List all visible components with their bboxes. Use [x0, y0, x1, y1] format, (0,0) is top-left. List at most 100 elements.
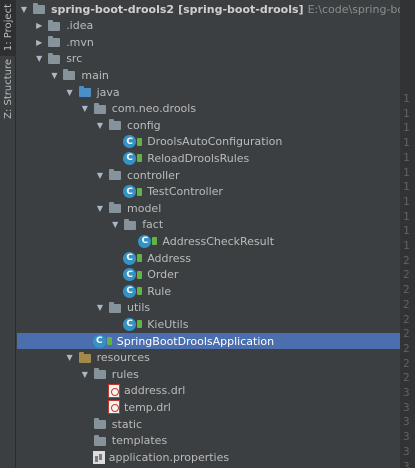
line-number: 2: [403, 341, 410, 355]
package-icon: [108, 118, 122, 132]
tree-node[interactable]: ▼ com.neo.drools: [17, 101, 196, 117]
line-number: 1: [403, 92, 410, 105]
java-class-icon: C: [123, 151, 143, 165]
tree-node-label: AddressCheckResult: [162, 234, 275, 248]
tree-node[interactable]: address.drl: [17, 383, 185, 399]
line-number: 2: [403, 327, 410, 341]
project-tree[interactable]: ▼ spring-boot-drools2 [spring-boot-drools]…: [17, 0, 400, 468]
tree-node[interactable]: C DroolsAutoConfiguration: [17, 134, 282, 150]
tree-node[interactable]: temp.drl: [17, 399, 171, 415]
tool-window-strip: 1: Project Z: Structure: [0, 0, 16, 468]
java-class-icon: C: [123, 135, 143, 149]
expand-arrow-icon[interactable]: ▼: [34, 54, 44, 63]
line-number: 2: [403, 371, 410, 385]
tree-node-label: model: [127, 201, 162, 215]
tree-node[interactable]: ▼ main: [17, 67, 109, 83]
tree-node-label: TestController: [147, 185, 223, 199]
tab-project[interactable]: 1: Project: [0, 0, 16, 56]
expand-arrow-icon[interactable]: ▼: [80, 370, 90, 379]
project-path: E:\code\spring-boot-drools2: [307, 2, 400, 16]
line-number: 1: [403, 239, 410, 252]
collapse-arrow-icon[interactable]: ▶: [34, 38, 44, 47]
tree-node[interactable]: ▼ fact: [17, 217, 163, 233]
tree-node[interactable]: C AddressCheckResult: [17, 233, 274, 249]
tree-node[interactable]: static: [17, 416, 142, 432]
line-number: 1: [403, 121, 410, 135]
tree-node[interactable]: templates: [17, 433, 167, 449]
line-number: 1: [403, 165, 410, 179]
tree-node-label: resources: [96, 351, 150, 365]
line-number: 3: [403, 430, 410, 444]
tree-node-label: Rule: [147, 284, 172, 298]
expand-arrow-icon[interactable]: ▼: [95, 303, 105, 312]
expand-arrow-icon[interactable]: ▼: [65, 88, 75, 97]
expand-arrow-icon[interactable]: ▼: [95, 121, 105, 130]
folder-icon: [47, 19, 61, 33]
tree-node-label: Order: [147, 268, 179, 282]
line-number: 3: [403, 400, 410, 414]
tree-node-label: templates: [111, 434, 168, 448]
tree-node[interactable]: C Order: [17, 267, 178, 283]
tab-project-label: 1: Project: [2, 4, 14, 52]
line-number: 1: [403, 209, 410, 223]
package-icon: [108, 201, 122, 215]
line-number: 1: [403, 194, 410, 208]
expand-arrow-icon[interactable]: ▼: [95, 171, 105, 180]
tree-node-label: static: [111, 417, 142, 431]
tree-node[interactable]: ▼ controller: [17, 167, 180, 183]
line-number: 3: [403, 444, 410, 458]
tree-node[interactable]: ▼ java: [17, 84, 120, 100]
folder-icon: [93, 367, 107, 381]
tab-structure-label: Z: Structure: [2, 59, 14, 119]
tree-node[interactable]: application.properties: [17, 449, 229, 465]
tree-node-label: rules: [111, 367, 139, 381]
tree-node[interactable]: C TestController: [17, 184, 223, 200]
expand-arrow-icon[interactable]: ▼: [80, 104, 90, 113]
tree-node[interactable]: ▶ .idea: [17, 18, 93, 34]
tree-node[interactable]: ▼ src: [17, 51, 82, 67]
tree-node-label: KieUtils: [147, 317, 189, 331]
tree-node[interactable]: ▼ utils: [17, 300, 150, 316]
expand-arrow-icon[interactable]: ▼: [19, 5, 29, 14]
collapse-arrow-icon[interactable]: ▶: [34, 21, 44, 30]
package-icon: [108, 168, 122, 182]
tree-node[interactable]: ▼ config: [17, 117, 161, 133]
resources-folder-icon: [78, 351, 92, 365]
tree-node[interactable]: ▼ rules: [17, 366, 139, 382]
folder-icon: [93, 417, 107, 431]
line-number: 1: [403, 180, 410, 194]
tree-node[interactable]: C ReloadDroolsRules: [17, 150, 249, 166]
line-number: 2: [403, 268, 410, 282]
package-icon: [108, 301, 122, 315]
tree-node-label: com.neo.drools: [111, 102, 197, 116]
line-number: 2: [403, 356, 410, 370]
tree-node[interactable]: ▼ model: [17, 200, 161, 216]
line-number: 2: [403, 283, 410, 297]
expand-arrow-icon[interactable]: ▼: [65, 353, 75, 362]
expand-arrow-icon[interactable]: ▼: [110, 220, 120, 229]
source-folder-icon: [78, 85, 92, 99]
line-number: 1: [403, 136, 410, 150]
tree-node-label: temp.drl: [124, 400, 171, 414]
tree-root[interactable]: ▼ spring-boot-drools2 [spring-boot-drools]…: [17, 1, 400, 17]
folder-icon: [47, 52, 61, 66]
expand-arrow-icon[interactable]: ▼: [95, 204, 105, 213]
tree-node[interactable]: ▶ .mvn: [17, 34, 94, 50]
folder-icon: [62, 68, 76, 82]
tree-node[interactable]: C SpringBootDroolsApplication: [17, 333, 400, 349]
tree-node[interactable]: C KieUtils: [17, 316, 188, 332]
tree-node-label: Address: [147, 251, 191, 265]
tree-node[interactable]: ▼ resources: [17, 350, 150, 366]
folder-icon: [47, 35, 61, 49]
tree-node-label: main: [81, 68, 109, 82]
expand-arrow-icon[interactable]: ▼: [49, 71, 59, 80]
java-class-icon: C: [123, 268, 143, 282]
tree-node-label: .mvn: [66, 35, 94, 49]
line-number: 3: [403, 386, 410, 399]
java-class-icon: C: [123, 284, 143, 298]
tree-node[interactable]: C Address: [17, 250, 191, 266]
line-number: 2: [403, 312, 410, 326]
tree-node[interactable]: C Rule: [17, 283, 171, 299]
tab-structure[interactable]: Z: Structure: [0, 58, 16, 120]
tree-node-label: config: [127, 118, 161, 132]
